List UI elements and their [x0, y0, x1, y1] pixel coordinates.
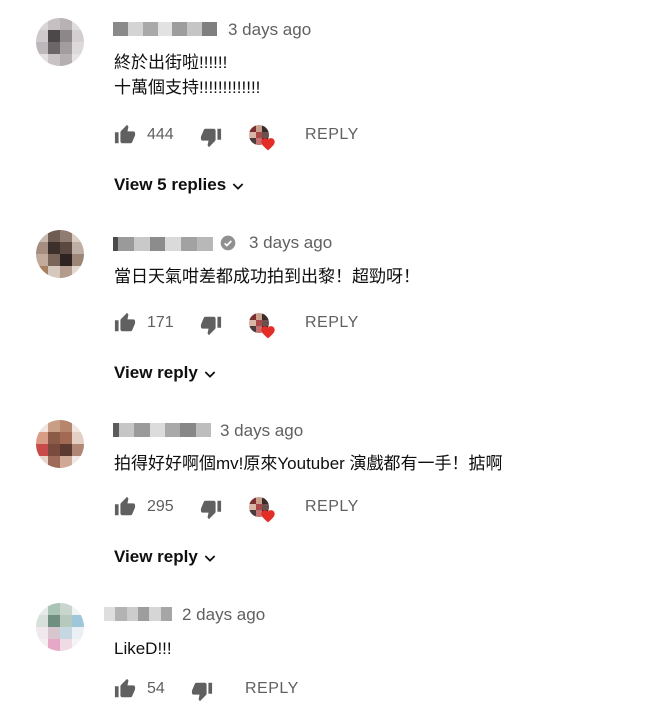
- thumb-down-icon[interactable]: [191, 680, 213, 702]
- author-name[interactable]: [104, 607, 172, 621]
- avatar[interactable]: [36, 603, 84, 651]
- comment-text-line: LikeD!!!: [114, 639, 172, 658]
- thumb-up-icon[interactable]: [114, 678, 136, 700]
- reply-button[interactable]: REPLY: [245, 680, 299, 698]
- like-count: 54: [147, 680, 165, 697]
- comment-timestamp[interactable]: 2 days ago: [182, 605, 265, 625]
- comment-text: LikeD!!!: [114, 636, 172, 661]
- comment-thread: 2 days ago LikeD!!! 54 REPLY: [0, 0, 660, 714]
